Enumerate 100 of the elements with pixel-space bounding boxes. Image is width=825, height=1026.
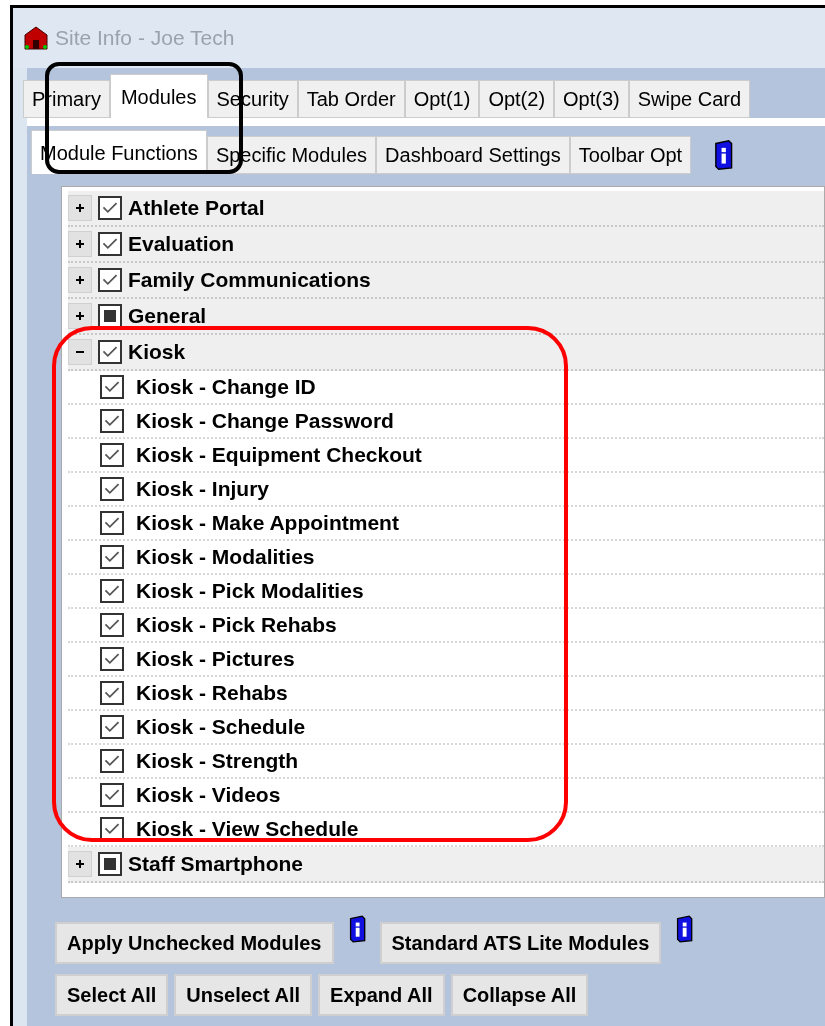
checkbox[interactable] (98, 196, 122, 220)
tree-node[interactable]: Staff Smartphone (68, 847, 824, 883)
schoolhouse-icon (23, 25, 49, 51)
checkmark-icon (104, 449, 120, 461)
tree-node-label: General (128, 303, 207, 330)
plus-icon (74, 202, 86, 214)
expand-toggle[interactable] (68, 303, 92, 329)
tree-node[interactable]: Family Communications (68, 263, 824, 299)
tree-child[interactable]: Kiosk - Strength (68, 745, 824, 779)
checkmark-icon (104, 789, 120, 801)
checkmark-icon (104, 755, 120, 767)
checkmark-icon (104, 415, 120, 427)
expand-toggle[interactable] (68, 231, 92, 257)
checkbox[interactable] (100, 545, 124, 569)
tree-node-label: Kiosk - Schedule (136, 714, 306, 741)
tab[interactable]: Opt(3) (554, 80, 629, 118)
info-book-icon (675, 914, 694, 944)
action-button[interactable]: Apply Unchecked Modules (55, 922, 334, 964)
tree-node[interactable]: Kiosk (68, 335, 824, 371)
tree-child[interactable]: Kiosk - Pictures (68, 643, 824, 677)
tree-child[interactable]: Kiosk - Make Appointment (68, 507, 824, 541)
action-button[interactable]: Collapse All (450, 974, 589, 1016)
tree-node-label: Family Communications (128, 267, 371, 294)
checkmark-icon (104, 619, 120, 631)
checkmark-icon (102, 238, 118, 250)
checkbox[interactable] (100, 715, 124, 739)
checkbox[interactable] (98, 340, 122, 364)
checkmark-icon (102, 202, 118, 214)
checkmark-icon (104, 653, 120, 665)
checkbox[interactable] (100, 443, 124, 467)
checkmark-icon (102, 346, 118, 358)
tree-node-label: Kiosk - Injury (136, 476, 270, 503)
tree-node-label: Staff Smartphone (128, 851, 303, 878)
tree-child[interactable]: Kiosk - Rehabs (68, 677, 824, 711)
action-button[interactable]: Unselect All (174, 974, 313, 1016)
tree-node-label: Kiosk - Strength (136, 748, 299, 775)
checkbox[interactable] (98, 268, 122, 292)
checkbox[interactable] (98, 232, 122, 256)
tab[interactable]: Dashboard Settings (376, 136, 570, 174)
checkmark-icon (104, 585, 120, 597)
tree-child[interactable]: Kiosk - Change ID (68, 371, 824, 405)
plus-icon (74, 310, 86, 322)
tree-node-label: Kiosk - Pictures (136, 646, 295, 673)
tree-child[interactable]: Kiosk - Pick Rehabs (68, 609, 824, 643)
tree-node-label: Kiosk - Change ID (136, 374, 316, 401)
tree-child[interactable]: Kiosk - Pick Modalities (68, 575, 824, 609)
action-button[interactable]: Select All (55, 974, 169, 1016)
tree-node-label: Kiosk - Equipment Checkout (136, 442, 422, 469)
checkbox[interactable] (100, 477, 124, 501)
tree-node[interactable]: Athlete Portal (68, 191, 824, 227)
checkmark-icon (104, 551, 120, 563)
tree-child[interactable]: Kiosk - Injury (68, 473, 824, 507)
tree-node-label: Kiosk - View Schedule (136, 816, 359, 843)
tree-node-label: Kiosk - Videos (136, 782, 281, 809)
checkbox[interactable] (100, 375, 124, 399)
tree-child[interactable]: Kiosk - Change Password (68, 405, 824, 439)
tree-node[interactable]: General (68, 299, 824, 335)
checkbox[interactable] (100, 511, 124, 535)
expand-toggle[interactable] (68, 267, 92, 293)
checkbox[interactable] (100, 749, 124, 773)
tab[interactable]: Opt(2) (479, 80, 555, 118)
tree-node-label: Kiosk - Pick Rehabs (136, 612, 337, 639)
expand-toggle[interactable] (68, 851, 92, 877)
collapse-toggle[interactable] (68, 339, 92, 365)
info-book-icon (347, 914, 366, 944)
tree-child[interactable]: Kiosk - Equipment Checkout (68, 439, 824, 473)
tab[interactable]: Opt(1) (404, 80, 480, 118)
expand-toggle[interactable] (68, 195, 92, 221)
checkbox[interactable] (98, 304, 122, 328)
checkbox[interactable] (100, 681, 124, 705)
action-button[interactable]: Standard ATS Lite Modules (379, 922, 662, 964)
plus-icon (74, 238, 86, 250)
action-button[interactable]: Expand All (318, 974, 445, 1016)
tab[interactable]: Swipe Card (628, 80, 751, 118)
plus-icon (74, 274, 86, 286)
tree-child[interactable]: Kiosk - Schedule (68, 711, 824, 745)
checkbox[interactable] (100, 613, 124, 637)
checkmark-icon (102, 274, 118, 286)
tree-child[interactable]: Kiosk - Modalities (68, 541, 824, 575)
tree-node-label: Evaluation (128, 231, 235, 258)
checkmark-icon (104, 823, 120, 835)
tree-child[interactable]: Kiosk - Videos (68, 779, 824, 813)
tree-node[interactable]: Evaluation (68, 227, 824, 263)
checkbox[interactable] (100, 817, 124, 841)
checkmark-icon (104, 483, 120, 495)
checkbox[interactable] (100, 783, 124, 807)
checkbox[interactable] (98, 852, 122, 876)
checkbox[interactable] (100, 647, 124, 671)
tree-node-label: Kiosk - Modalities (136, 544, 315, 571)
checkmark-icon (104, 687, 120, 699)
checkbox[interactable] (100, 579, 124, 603)
tab[interactable]: Tab Order (297, 80, 405, 118)
checkmark-icon (104, 381, 120, 393)
checkbox[interactable] (100, 409, 124, 433)
tab[interactable]: Toolbar Opt (569, 136, 692, 174)
tree-node-label: Kiosk - Rehabs (136, 680, 288, 707)
checkmark-icon (104, 517, 120, 529)
tab[interactable]: Modules (109, 74, 208, 118)
tree-node-label: Kiosk - Pick Modalities (136, 578, 364, 605)
tree-node-label: Kiosk - Make Appointment (136, 510, 399, 537)
